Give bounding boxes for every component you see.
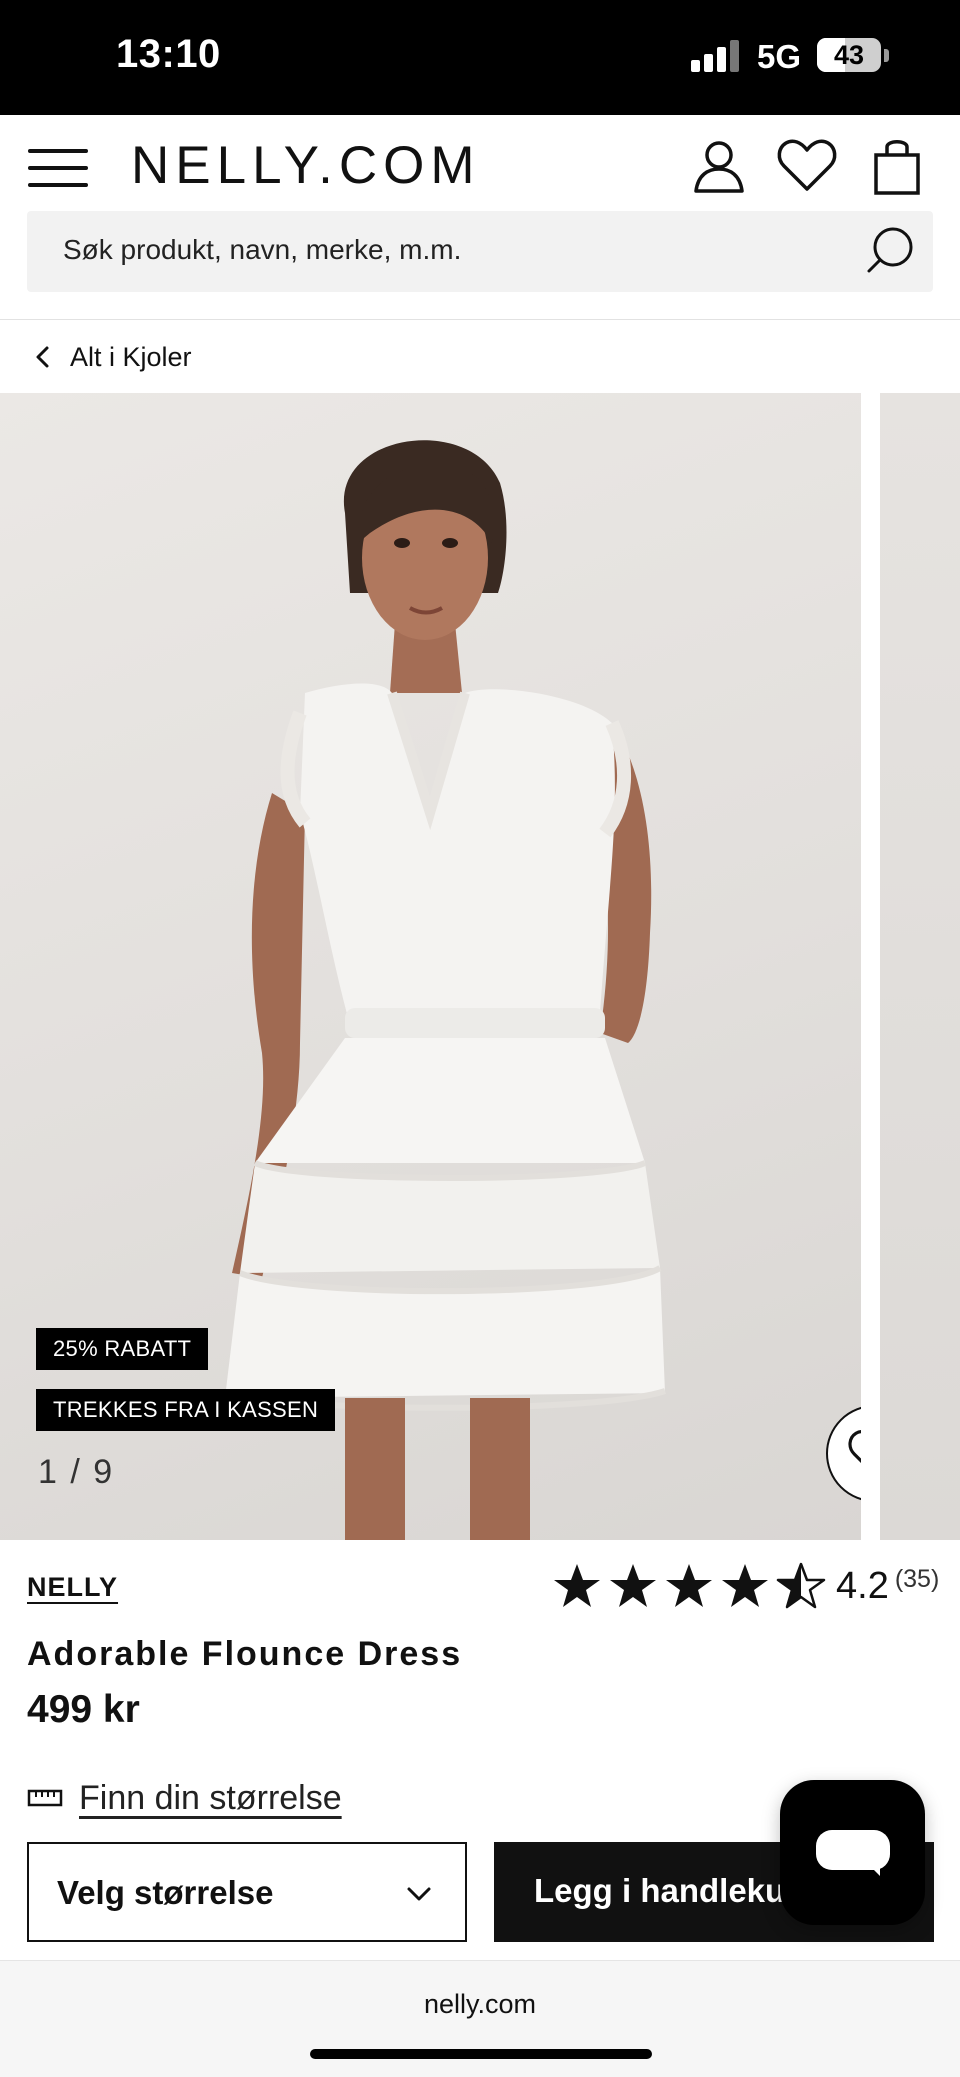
home-indicator[interactable] — [310, 2049, 652, 2059]
product-rating[interactable]: 4.2 (35) — [552, 1556, 939, 1616]
url-text[interactable]: nelly.com — [0, 1989, 960, 2020]
ruler-icon — [27, 1789, 63, 1807]
star-icon — [722, 1564, 768, 1607]
bag-icon[interactable] — [866, 135, 928, 197]
user-icon[interactable] — [688, 135, 750, 197]
chat-bubble-tail — [866, 1862, 880, 1876]
chevron-down-icon — [407, 1887, 431, 1901]
network-type: 5G — [757, 38, 802, 75]
chat-icon[interactable] — [780, 1780, 925, 1925]
site-logo[interactable]: NELLY.COM — [131, 135, 481, 196]
search-input[interactable]: Søk produkt, navn, merke, m.m. — [63, 234, 461, 266]
search-icon[interactable] — [863, 223, 919, 279]
product-price: 499 kr — [27, 1688, 140, 1731]
signal-icon — [691, 40, 741, 72]
star-half-icon — [776, 1562, 826, 1609]
rating-score: 4.2 — [836, 1564, 889, 1607]
status-time: 13:10 — [116, 32, 221, 76]
size-select-label: Velg størrelse — [57, 1874, 274, 1911]
battery-cap — [884, 49, 889, 62]
size-guide-link[interactable]: Finn din størrelse — [27, 1775, 342, 1821]
battery-percent: 43 — [833, 40, 865, 70]
size-select[interactable]: Velg størrelse — [27, 1842, 467, 1942]
breadcrumb-back[interactable]: Alt i Kjoler — [28, 335, 192, 379]
brand-link[interactable]: NELLY — [27, 1572, 118, 1603]
image-counter: 1 / 9 — [38, 1453, 115, 1491]
discount-badge: 25% RABATT — [36, 1328, 209, 1370]
star-icon — [666, 1564, 712, 1607]
star-icon — [554, 1564, 600, 1607]
browser-url-bar[interactable]: nelly.com — [0, 1960, 960, 2077]
site-header: NELLY.COM Søk produkt, navn, merke, m.m. — [0, 115, 960, 320]
star-icon — [610, 1564, 656, 1607]
next-product-image[interactable] — [880, 393, 960, 1540]
product-gallery[interactable]: 25% RABATT TREKKES FRA I KASSEN 1 / 9 — [0, 393, 960, 1540]
heart-icon — [847, 1429, 861, 1464]
breadcrumb-label: Alt i Kjoler — [70, 341, 192, 372]
status-bar: 13:10 5G 43 — [0, 0, 960, 115]
product-title: Adorable Flounce Dress — [27, 1635, 463, 1673]
discount-note-badge: TREKKES FRA I KASSEN — [36, 1389, 336, 1431]
add-to-cart-label: Legg i handlekurv — [534, 1872, 817, 1909]
review-count: (35) — [894, 1564, 940, 1593]
product-image[interactable]: 25% RABATT TREKKES FRA I KASSEN 1 / 9 — [0, 393, 861, 1540]
heart-icon[interactable] — [776, 135, 838, 197]
search-bar[interactable]: Søk produkt, navn, merke, m.m. — [27, 211, 933, 292]
battery-icon: 43 — [817, 38, 881, 72]
chevron-left-icon — [36, 346, 49, 368]
size-guide-label: Finn din størrelse — [79, 1778, 342, 1817]
menu-icon[interactable] — [28, 145, 88, 191]
